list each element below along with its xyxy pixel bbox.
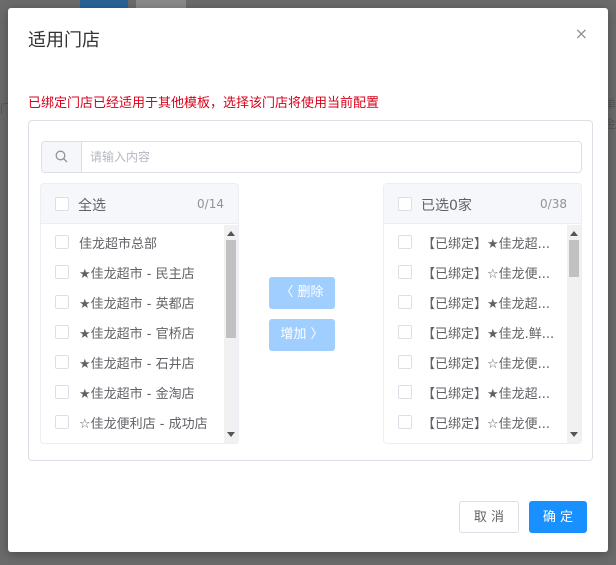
cancel-button[interactable]: 取 消 (459, 501, 519, 533)
scroll-down-icon[interactable] (570, 432, 578, 437)
item-label: 【已绑定】★佳龙.鲜... (422, 327, 555, 342)
list-item[interactable]: 【已绑定】★佳龙超... (384, 287, 566, 317)
list-item[interactable]: ☆佳龙便利店 - 成功店 (41, 407, 223, 437)
item-checkbox[interactable] (55, 325, 69, 339)
item-checkbox[interactable] (55, 415, 69, 429)
item-checkbox[interactable] (398, 325, 412, 339)
list-item[interactable]: 【已绑定】★佳龙超... (384, 227, 566, 257)
item-label: ★佳龙超市 - 金淘店 (79, 387, 195, 402)
item-checkbox[interactable] (398, 235, 412, 249)
panel-header: 全选 0/14 (41, 184, 238, 224)
list-item[interactable]: 【已绑定】☆佳龙便... (384, 347, 566, 377)
store-select-dialog: 适用门店 × 已绑定门店已经适用于其他模板，选择该门店将使用当前配置 全选 0/… (8, 8, 608, 552)
warning-message: 已绑定门店已经适用于其他模板，选择该门店将使用当前配置 (28, 96, 380, 111)
item-label: 【已绑定】★佳龙超... (422, 387, 551, 402)
search-icon (42, 142, 82, 172)
list-item[interactable]: ★佳龙超市 - 英都店 (41, 287, 223, 317)
item-label: 【已绑定】★佳龙超... (422, 237, 551, 252)
item-label: 佳龙超市总部 (79, 237, 158, 252)
store-list: 【已绑定】★佳龙超... 【已绑定】☆佳龙便... 【已绑定】★佳龙超... 【… (384, 225, 566, 443)
item-checkbox[interactable] (398, 295, 412, 309)
search-input[interactable] (90, 146, 570, 168)
item-label: 【已绑定】☆佳龙便... (422, 417, 551, 432)
panel-count: 0/38 (540, 197, 567, 211)
item-checkbox[interactable] (55, 355, 69, 369)
background-tab (136, 0, 186, 8)
background-tab-active (80, 0, 128, 8)
item-label: 【已绑定】☆佳龙便... (422, 357, 551, 372)
scrollbar[interactable] (567, 225, 581, 443)
transfer-container: 全选 0/14 佳龙超市总部 ★佳龙超市 - 民主店 ★佳龙超市 - 英都店 ★… (28, 120, 593, 461)
item-checkbox[interactable] (398, 355, 412, 369)
item-label: ★佳龙超市 - 民主店 (79, 267, 195, 282)
scroll-up-icon[interactable] (227, 231, 235, 236)
close-icon[interactable]: × (575, 24, 588, 43)
item-checkbox[interactable] (55, 295, 69, 309)
scroll-up-icon[interactable] (570, 231, 578, 236)
panel-count: 0/14 (197, 197, 224, 211)
list-item[interactable]: ★佳龙超市 - 官桥店 (41, 317, 223, 347)
list-item[interactable]: ★佳龙超市 - 金淘店 (41, 377, 223, 407)
available-stores-panel: 全选 0/14 佳龙超市总部 ★佳龙超市 - 民主店 ★佳龙超市 - 英都店 ★… (40, 183, 239, 444)
selected-stores-panel: 已选0家 0/38 【已绑定】★佳龙超... 【已绑定】☆佳龙便... 【已绑定… (383, 183, 582, 444)
select-all-checkbox[interactable] (398, 197, 412, 211)
item-checkbox[interactable] (55, 235, 69, 249)
list-item[interactable]: 【已绑定】★佳龙.鲜... (384, 317, 566, 347)
search-box (41, 141, 582, 173)
scrollbar-thumb[interactable] (226, 240, 236, 338)
selected-count-label[interactable]: 已选0家 (421, 195, 472, 215)
list-item[interactable]: ★佳龙超市 - 民主店 (41, 257, 223, 287)
list-item[interactable]: 【已绑定】☆佳龙便... (384, 407, 566, 437)
scrollbar-thumb[interactable] (569, 240, 579, 277)
item-checkbox[interactable] (398, 385, 412, 399)
add-button[interactable]: 增加 〉 (269, 319, 335, 351)
scrollbar[interactable] (224, 225, 238, 443)
panel-header: 已选0家 0/38 (384, 184, 581, 224)
list-item[interactable]: ★佳龙超市 - 石井店 (41, 347, 223, 377)
list-item[interactable]: 佳龙超市总部 (41, 227, 223, 257)
select-all-checkbox[interactable] (55, 197, 69, 211)
confirm-button[interactable]: 确 定 (529, 501, 587, 533)
store-list: 佳龙超市总部 ★佳龙超市 - 民主店 ★佳龙超市 - 英都店 ★佳龙超市 - 官… (41, 225, 223, 443)
dialog-title: 适用门店 (28, 30, 100, 51)
item-checkbox[interactable] (55, 385, 69, 399)
delete-button[interactable]: 〈 删除 (269, 277, 335, 309)
item-checkbox[interactable] (55, 265, 69, 279)
select-all-label[interactable]: 全选 (78, 195, 106, 215)
scroll-down-icon[interactable] (227, 432, 235, 437)
item-checkbox[interactable] (398, 265, 412, 279)
item-label: ★佳龙超市 - 石井店 (79, 357, 195, 372)
list-item[interactable]: 【已绑定】☆佳龙便... (384, 257, 566, 287)
item-label: ★佳龙超市 - 英都店 (79, 297, 195, 312)
list-item[interactable]: 【已绑定】★佳龙超... (384, 377, 566, 407)
item-label: 【已绑定】☆佳龙便... (422, 267, 551, 282)
item-label: ★佳龙超市 - 官桥店 (79, 327, 195, 342)
item-label: ☆佳龙便利店 - 成功店 (79, 417, 208, 432)
item-checkbox[interactable] (398, 415, 412, 429)
item-label: 【已绑定】★佳龙超... (422, 297, 551, 312)
